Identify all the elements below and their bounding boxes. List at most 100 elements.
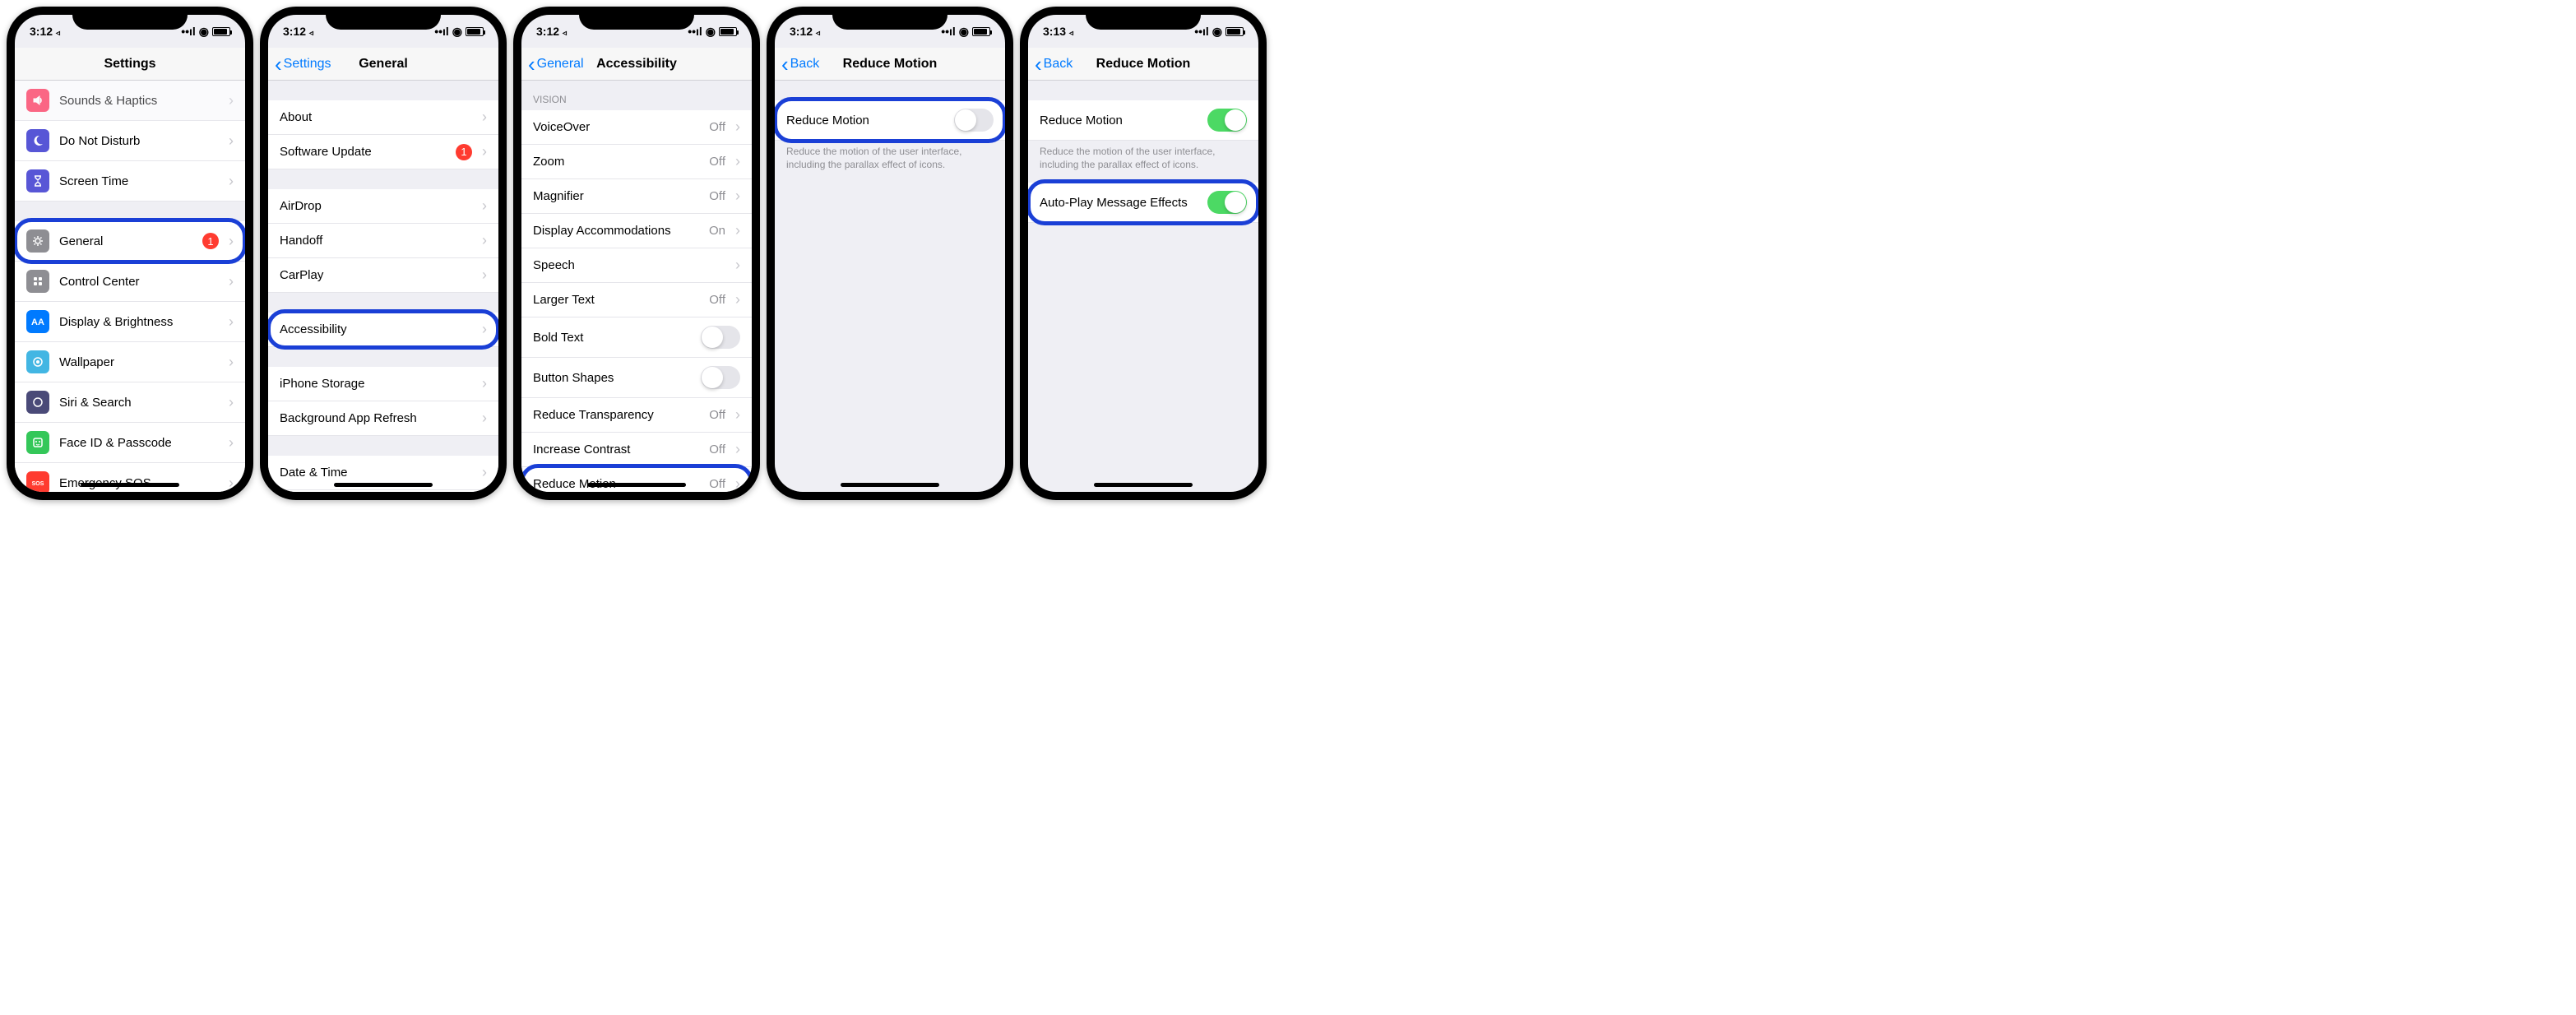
settings-row[interactable]: SOS Emergency SOS › <box>15 463 245 492</box>
toggle-switch[interactable] <box>1207 109 1247 132</box>
settings-row[interactable]: Button Shapes <box>521 358 752 398</box>
chevron-icon: › <box>482 109 487 126</box>
settings-row[interactable]: Auto-Play Message Effects <box>1028 183 1258 223</box>
chevron-icon: › <box>229 173 234 190</box>
settings-row[interactable]: Reduce Transparency Off› <box>521 398 752 433</box>
settings-row[interactable]: Wallpaper › <box>15 342 245 382</box>
settings-row[interactable]: Reduce Motion <box>775 100 1005 141</box>
settings-row[interactable]: Display Accommodations On› <box>521 214 752 248</box>
settings-row[interactable]: Reduce Motion <box>1028 100 1258 141</box>
settings-row[interactable]: Control Center › <box>15 262 245 302</box>
back-button[interactable]: Settings <box>275 57 331 72</box>
nav-bar: Back Reduce Motion <box>775 48 1005 81</box>
status-time: 3:12 ◃ <box>283 25 313 38</box>
home-indicator[interactable] <box>81 483 179 487</box>
nav-title: Accessibility <box>596 57 677 72</box>
toggle-switch[interactable] <box>701 326 740 349</box>
cell-label: Screen Time <box>59 174 219 188</box>
content-scroll[interactable]: Reduce Motion Reduce the motion of the u… <box>775 81 1005 492</box>
back-button[interactable]: General <box>528 57 584 72</box>
chevron-icon: › <box>735 475 740 492</box>
settings-row[interactable]: Sounds & Haptics › <box>15 81 245 121</box>
screen: 3:12 ◃ ••ıl ◉ General Accessibility Visi… <box>521 15 752 492</box>
wifi-icon: ◉ <box>1212 25 1222 39</box>
content-scroll[interactable]: About › Software Update 1› AirDrop › Han… <box>268 81 498 492</box>
settings-row[interactable]: Larger Text Off› <box>521 283 752 317</box>
settings-row[interactable]: Keyboard › <box>268 490 498 492</box>
cell-label: Handoff <box>280 234 472 248</box>
cell-label: Reduce Motion <box>786 114 944 127</box>
phone-frame: 3:12 ◃ ••ıl ◉ Back Reduce Motion Reduce … <box>767 7 1013 500</box>
cell-label: Magnifier <box>533 189 699 203</box>
settings-row[interactable]: CarPlay › <box>268 258 498 293</box>
cell-value: Off <box>709 443 725 457</box>
content-scroll[interactable]: Reduce Motion Reduce the motion of the u… <box>1028 81 1258 492</box>
back-button[interactable]: Back <box>781 57 819 72</box>
cell-label: Larger Text <box>533 293 699 307</box>
settings-row[interactable]: Background App Refresh › <box>268 401 498 436</box>
home-indicator[interactable] <box>334 483 433 487</box>
settings-row[interactable]: AA Display & Brightness › <box>15 302 245 342</box>
chevron-icon: › <box>735 257 740 274</box>
content-scroll[interactable]: Vision VoiceOver Off› Zoom Off› Magnifie… <box>521 81 752 492</box>
hourglass-icon <box>26 169 49 192</box>
chevron-icon: › <box>482 464 487 481</box>
settings-row[interactable]: Siri & Search › <box>15 382 245 423</box>
home-indicator[interactable] <box>841 483 939 487</box>
screen: 3:13 ◃ ••ıl ◉ Back Reduce Motion Reduce … <box>1028 15 1258 492</box>
settings-row[interactable]: VoiceOver Off› <box>521 110 752 145</box>
cell-label: Sounds & Haptics <box>59 94 219 108</box>
faceid-icon <box>26 431 49 454</box>
toggle-switch[interactable] <box>954 109 994 132</box>
cell-label: Reduce Motion <box>1040 114 1198 127</box>
status-indicators: ••ıl ◉ <box>434 25 484 39</box>
settings-row[interactable]: Accessibility › <box>268 313 498 347</box>
notch <box>832 7 947 30</box>
cell-label: VoiceOver <box>533 120 699 134</box>
cell-label: Date & Time <box>280 466 472 480</box>
status-indicators: ••ıl ◉ <box>1194 25 1244 39</box>
settings-row[interactable]: iPhone Storage › <box>268 367 498 401</box>
svg-text:SOS: SOS <box>32 481 44 487</box>
settings-row[interactable]: Face ID & Passcode › <box>15 423 245 463</box>
cell-label: CarPlay <box>280 268 472 282</box>
home-indicator[interactable] <box>587 483 686 487</box>
back-button[interactable]: Back <box>1035 57 1073 72</box>
cell-label: iPhone Storage <box>280 377 472 391</box>
settings-row[interactable]: Software Update 1› <box>268 135 498 169</box>
settings-row[interactable]: Speech › <box>521 248 752 283</box>
settings-row[interactable]: Handoff › <box>268 224 498 258</box>
gear-icon <box>26 229 49 253</box>
settings-row[interactable]: AirDrop › <box>268 189 498 224</box>
nav-title: Settings <box>104 57 155 72</box>
battery-icon <box>1225 27 1244 36</box>
cell-label: Do Not Disturb <box>59 134 219 148</box>
settings-row[interactable]: Zoom Off› <box>521 145 752 179</box>
settings-row[interactable]: About › <box>268 100 498 135</box>
display-icon: AA <box>26 310 49 333</box>
home-indicator[interactable] <box>1094 483 1193 487</box>
settings-row[interactable]: Bold Text <box>521 317 752 358</box>
cell-label: Accessibility <box>280 322 472 336</box>
cell-label: Software Update <box>280 145 446 159</box>
status-indicators: ••ıl ◉ <box>688 25 737 39</box>
nav-bar: General Accessibility <box>521 48 752 81</box>
toggle-switch[interactable] <box>701 366 740 389</box>
chevron-icon: › <box>229 233 234 250</box>
settings-row[interactable]: Do Not Disturb › <box>15 121 245 161</box>
chevron-icon: › <box>229 313 234 331</box>
chevron-icon: › <box>229 92 234 109</box>
cell-label: General <box>59 234 192 248</box>
chevron-icon: › <box>735 441 740 458</box>
chevron-icon: › <box>482 410 487 427</box>
sounds-icon <box>26 89 49 112</box>
settings-row[interactable]: Magnifier Off› <box>521 179 752 214</box>
settings-row[interactable]: General 1› <box>15 221 245 262</box>
settings-row[interactable]: Reduce Motion Off› <box>521 467 752 492</box>
content-scroll[interactable]: Sounds & Haptics › Do Not Disturb › Scre… <box>15 81 245 492</box>
phone-frame: 3:12 ◃ ••ıl ◉ Settings Sounds & Haptics … <box>7 7 253 500</box>
settings-row[interactable]: Screen Time › <box>15 161 245 202</box>
settings-row[interactable]: Increase Contrast Off› <box>521 433 752 467</box>
section-footer: Reduce the motion of the user interface,… <box>1028 141 1258 176</box>
toggle-switch[interactable] <box>1207 191 1247 214</box>
